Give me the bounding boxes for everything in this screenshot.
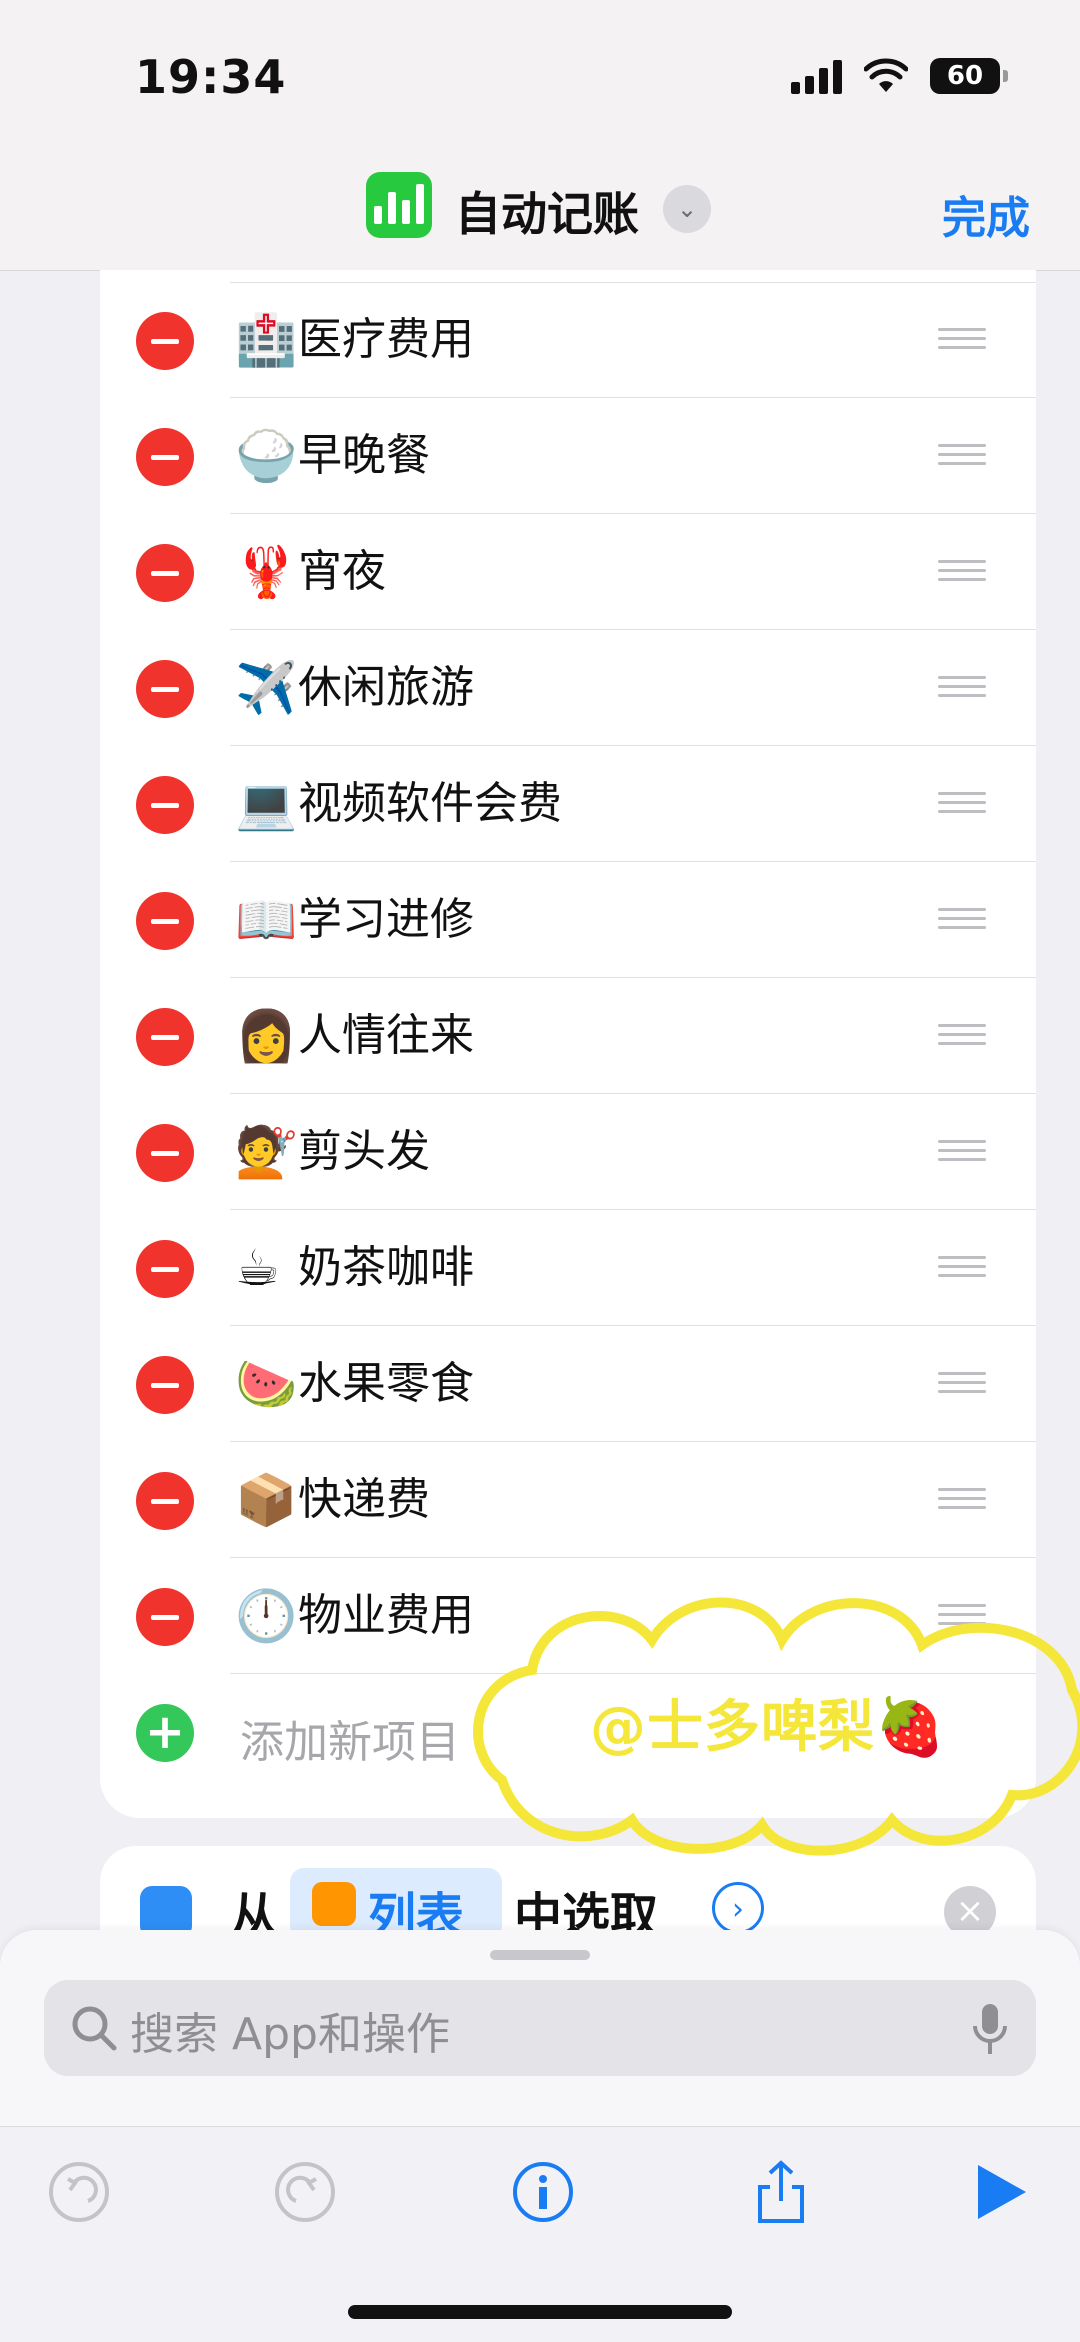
list-item-label[interactable]: 宵夜 <box>298 544 386 600</box>
list-item: 💇 剪头发 <box>100 1094 1036 1210</box>
drag-handle-icon[interactable] <box>938 328 986 352</box>
list-item: 🏥 医疗费用 <box>100 282 1036 398</box>
list-item-label[interactable]: 休闲旅游 <box>298 660 474 716</box>
chevron-down-icon[interactable]: ⌄ <box>663 185 711 233</box>
list-item-label[interactable]: 快递费 <box>298 1472 430 1528</box>
wifi-icon <box>864 58 908 92</box>
list-item-label[interactable]: 人情往来 <box>298 1008 474 1064</box>
list-icon <box>312 1882 356 1926</box>
list-item: 🍉 水果零食 <box>100 1326 1036 1442</box>
drag-handle-icon[interactable] <box>938 1372 986 1396</box>
status-bar: 19:34 60 <box>0 0 1080 160</box>
remove-item-button[interactable] <box>136 1472 194 1530</box>
drag-handle-icon[interactable] <box>938 444 986 468</box>
watermelon-icon: 🍉 <box>235 1355 298 1413</box>
remove-item-button[interactable] <box>136 544 194 602</box>
drag-handle-icon[interactable] <box>938 1256 986 1280</box>
airplane-icon: ✈️ <box>235 659 298 717</box>
rice-bowl-icon: 🍚 <box>235 427 298 485</box>
list-item: ☕ 奶茶咖啡 <box>100 1210 1036 1326</box>
list-item: 📖 学习进修 <box>100 862 1036 978</box>
remove-item-button[interactable] <box>136 1008 194 1066</box>
action-search-sheet: 搜索 App和操作 <box>0 1930 1080 2342</box>
remove-item-button[interactable] <box>136 1356 194 1414</box>
drag-handle-icon[interactable] <box>938 560 986 584</box>
list-item-label[interactable]: 早晚餐 <box>298 428 430 484</box>
search-input[interactable]: 搜索 App和操作 <box>130 1998 450 2062</box>
battery-icon: 60 <box>930 58 1008 94</box>
share-icon[interactable] <box>746 2157 816 2227</box>
search-icon <box>72 2006 117 2051</box>
cellular-signal-icon <box>791 58 842 94</box>
drag-handle-icon[interactable] <box>938 908 986 932</box>
list-item-label[interactable]: 奶茶咖啡 <box>298 1240 474 1296</box>
haircut-icon: 💇 <box>235 1123 298 1181</box>
list-item: ✈️ 休闲旅游 <box>100 630 1036 746</box>
status-time: 19:34 <box>135 50 287 104</box>
watermark-text: @士多啤梨🍓 <box>590 1695 946 1760</box>
shortcut-app-icon[interactable] <box>366 172 432 238</box>
chevron-right-icon[interactable]: › <box>712 1882 764 1934</box>
sheet-grabber[interactable] <box>490 1950 590 1960</box>
drag-handle-icon[interactable] <box>938 1140 986 1164</box>
list-item-label[interactable]: 学习进修 <box>298 892 474 948</box>
woman-icon: 👩 <box>235 1007 298 1065</box>
drag-handle-icon[interactable] <box>938 676 986 700</box>
list-item: 🦞 宵夜 <box>100 514 1036 630</box>
search-field[interactable]: 搜索 App和操作 <box>44 1980 1036 2076</box>
coffee-icon: ☕ <box>235 1239 280 1297</box>
open-book-icon: 📖 <box>235 891 298 949</box>
remove-item-button[interactable] <box>136 312 194 370</box>
shortcut-title[interactable]: 自动记账 <box>455 178 639 244</box>
remove-item-button[interactable] <box>136 776 194 834</box>
list-item-label[interactable]: 剪头发 <box>298 1124 430 1180</box>
drag-handle-icon[interactable] <box>938 792 986 816</box>
add-item-button[interactable]: + <box>136 1704 194 1762</box>
remove-item-button[interactable] <box>136 892 194 950</box>
remove-item-button[interactable] <box>136 1588 194 1646</box>
drag-handle-icon[interactable] <box>938 1024 986 1048</box>
home-indicator[interactable] <box>348 2305 732 2319</box>
list-item: 👩 人情往来 <box>100 978 1036 1094</box>
hospital-icon: 🏥 <box>235 311 298 369</box>
undo-icon[interactable] <box>44 2157 114 2227</box>
laptop-icon: 💻 <box>235 775 298 833</box>
microphone-icon[interactable] <box>970 2002 1010 2056</box>
lobster-icon: 🦞 <box>235 543 298 601</box>
list-item: 🍚 早晚餐 <box>100 398 1036 514</box>
clock-icon: 🕛 <box>235 1587 298 1645</box>
list-item: 💻 视频软件会费 <box>100 746 1036 862</box>
play-icon[interactable] <box>966 2157 1036 2227</box>
redo-icon[interactable] <box>270 2157 340 2227</box>
list-item-label[interactable]: 视频软件会费 <box>298 776 562 832</box>
remove-item-button[interactable] <box>136 428 194 486</box>
remove-item-button[interactable] <box>136 1124 194 1182</box>
list-item-label[interactable]: 物业费用 <box>298 1588 474 1644</box>
info-icon[interactable] <box>508 2157 578 2227</box>
remove-item-button[interactable] <box>136 660 194 718</box>
list-item-label[interactable]: 水果零食 <box>298 1356 474 1412</box>
package-icon: 📦 <box>235 1471 298 1529</box>
list-item-label[interactable]: 医疗费用 <box>298 312 474 368</box>
remove-item-button[interactable] <box>136 1240 194 1298</box>
add-item-label[interactable]: 添加新项目 <box>240 1706 460 1770</box>
drag-handle-icon[interactable] <box>938 1488 986 1512</box>
list-item: 📦 快递费 <box>100 1442 1036 1558</box>
status-icons: 60 <box>791 58 1008 94</box>
done-button[interactable]: 完成 <box>942 182 1030 246</box>
shortcut-header: 自动记账 ⌄ 完成 <box>0 160 1080 271</box>
